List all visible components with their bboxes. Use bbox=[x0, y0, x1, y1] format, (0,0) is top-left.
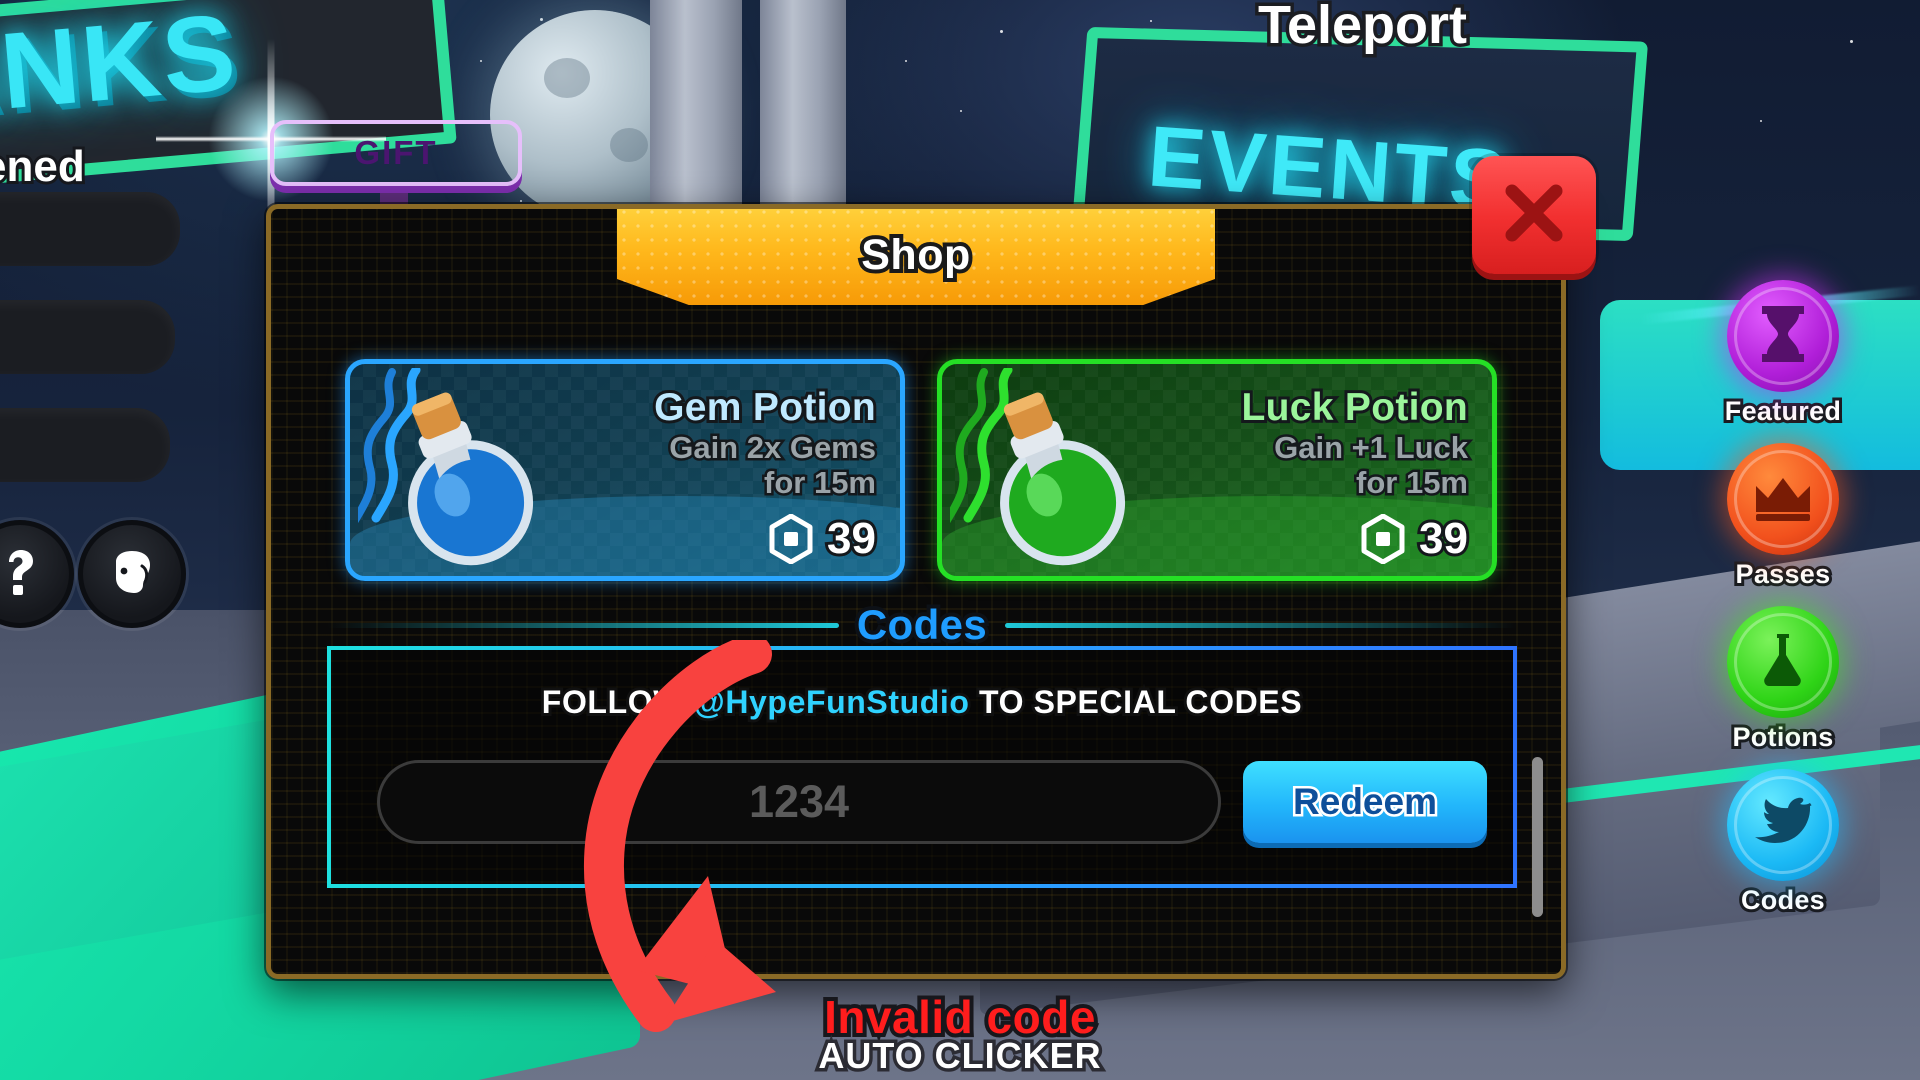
sidebar-item-featured[interactable]: Featured bbox=[1722, 280, 1844, 429]
gift-button-label: GIFT bbox=[354, 134, 438, 171]
question-mark-icon bbox=[0, 544, 45, 605]
codes-section-title: Codes bbox=[853, 597, 991, 652]
redeem-button[interactable]: Redeem bbox=[1243, 761, 1487, 843]
divider-left bbox=[327, 622, 839, 628]
sidebar-label-featured: Featured bbox=[1722, 393, 1844, 429]
card-description-line2: for 15m bbox=[762, 464, 879, 502]
card-title: Gem Potion bbox=[651, 383, 879, 432]
close-shop-button[interactable] bbox=[1472, 156, 1596, 274]
codes-section-header: Codes bbox=[327, 597, 1518, 652]
card-price-amount: 39 bbox=[824, 511, 879, 566]
shop-panel: Shop Gem Potion Gain 2x Gems for 15m 39 … bbox=[266, 204, 1566, 979]
sidebar-item-passes[interactable]: Passes bbox=[1727, 443, 1839, 592]
opened-text: ened bbox=[0, 139, 88, 194]
panel-scrollbar[interactable] bbox=[1532, 757, 1543, 917]
code-input[interactable]: 1234 bbox=[377, 760, 1221, 844]
crown-icon bbox=[1752, 472, 1814, 527]
robux-icon bbox=[1361, 514, 1405, 564]
redeem-button-label: Redeem bbox=[1291, 779, 1440, 825]
shop-item-grid: Gem Potion Gain 2x Gems for 15m 39 Luck … bbox=[345, 359, 1497, 581]
sidebar-label-potions: Potions bbox=[1729, 719, 1836, 755]
card-description-line1: Gain +1 Luck bbox=[1272, 429, 1471, 467]
code-entry-row: 1234 Redeem bbox=[377, 760, 1487, 844]
auto-clicker-label: AUTO CLICKER bbox=[815, 1032, 1104, 1080]
sidebar-label-passes: Passes bbox=[1733, 556, 1834, 592]
follow-suffix: TO SPECIAL CODES bbox=[969, 681, 1305, 723]
codes-orb[interactable] bbox=[1727, 769, 1839, 881]
codes-panel: FOLLOW @HypeFunStudio TO SPECIAL CODES 1… bbox=[327, 646, 1517, 888]
hourglass-icon bbox=[1756, 303, 1810, 370]
gem-potion-icon bbox=[408, 392, 534, 566]
shop-card-gem-potion[interactable]: Gem Potion Gain 2x Gems for 15m 39 bbox=[345, 359, 905, 581]
card-title: Luck Potion bbox=[1239, 383, 1471, 432]
card-price-row: 39 bbox=[768, 511, 879, 566]
close-x-icon bbox=[1498, 177, 1570, 254]
passes-orb[interactable] bbox=[1727, 443, 1839, 555]
tank-shape bbox=[0, 300, 175, 374]
sidebar-label-codes: Codes bbox=[1738, 882, 1828, 918]
card-price-row: 39 bbox=[1360, 511, 1471, 566]
shop-title-banner: Shop bbox=[617, 209, 1215, 305]
sidebar-item-codes[interactable]: Codes bbox=[1727, 769, 1839, 918]
card-price-amount: 39 bbox=[1416, 511, 1471, 566]
right-sidebar: Featured Passes Potions Codes bbox=[1698, 280, 1868, 918]
divider-right bbox=[1005, 622, 1518, 628]
flask-icon bbox=[1758, 630, 1808, 695]
featured-orb[interactable] bbox=[1727, 280, 1839, 392]
social-handle: @HypeFunStudio bbox=[691, 681, 972, 723]
tank-shape bbox=[0, 192, 180, 266]
page-title: Shop bbox=[857, 227, 974, 283]
card-description-line1: Gain 2x Gems bbox=[667, 429, 879, 467]
robux-icon bbox=[769, 514, 813, 564]
potions-orb[interactable] bbox=[1727, 606, 1839, 718]
tank-shape bbox=[0, 408, 170, 482]
card-description-line2: for 15m bbox=[1354, 464, 1471, 502]
bird-icon bbox=[1752, 797, 1814, 854]
gift-button[interactable]: GIFT bbox=[270, 120, 522, 186]
shop-card-luck-potion[interactable]: Luck Potion Gain +1 Luck for 15m 39 bbox=[937, 359, 1497, 581]
card-text-block: Luck Potion Gain +1 Luck for 15m bbox=[1239, 383, 1471, 502]
luck-potion-icon bbox=[1000, 392, 1126, 566]
teleport-label: Teleport bbox=[1254, 0, 1470, 59]
backpack-button[interactable] bbox=[78, 520, 186, 628]
card-text-block: Gem Potion Gain 2x Gems for 15m bbox=[651, 383, 879, 502]
follow-instruction: FOLLOW @HypeFunStudio TO SPECIAL CODES bbox=[331, 681, 1513, 723]
follow-prefix: FOLLOW bbox=[539, 681, 694, 723]
sidebar-item-potions[interactable]: Potions bbox=[1727, 606, 1839, 755]
code-input-placeholder: 1234 bbox=[748, 776, 850, 827]
backpack-icon bbox=[104, 546, 160, 603]
